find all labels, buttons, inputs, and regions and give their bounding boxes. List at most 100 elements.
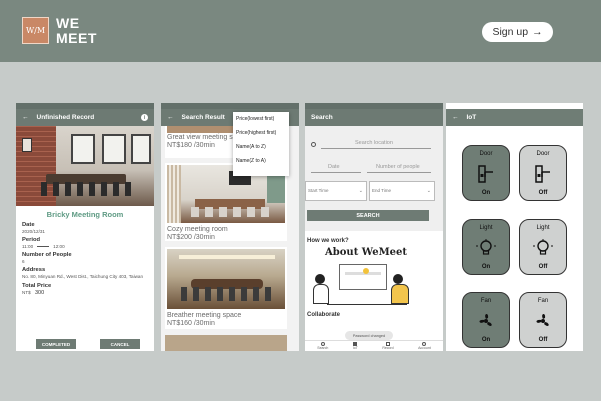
- sort-option[interactable]: Price(lowest first): [236, 116, 286, 130]
- nav-iot-label: IoT: [352, 346, 358, 350]
- search-icon: [311, 142, 316, 147]
- period-value: 11:00 12:00: [22, 244, 148, 249]
- app-bar: ← IoT: [446, 109, 583, 126]
- people-input[interactable]: Number of people: [367, 163, 431, 173]
- nav-account-label: Account: [418, 346, 431, 350]
- collaborate-title: Collaborate: [307, 312, 341, 318]
- logo-line1: WE: [56, 15, 80, 31]
- device-state: On: [481, 190, 491, 196]
- date-placeholder: Date: [328, 164, 340, 170]
- fan-icon: [536, 313, 549, 326]
- device-state: Off: [538, 337, 548, 343]
- nav-search[interactable]: Search: [317, 342, 328, 350]
- device-name: Fan: [480, 298, 492, 304]
- price-currency: NT$: [22, 289, 31, 295]
- back-arrow-icon[interactable]: ←: [167, 114, 174, 121]
- period-end: 12:00: [53, 244, 65, 249]
- price-label: Total Price: [22, 282, 52, 289]
- nav-record-label: Record: [382, 346, 394, 350]
- logo-line2: MEET: [56, 30, 97, 46]
- device-state: Off: [538, 264, 548, 270]
- nav-account[interactable]: Account: [418, 342, 431, 350]
- device-name: Fan: [537, 298, 549, 304]
- device-name: Door: [536, 151, 550, 157]
- back-arrow-icon[interactable]: ←: [452, 114, 459, 121]
- sort-option[interactable]: Name(A to Z): [236, 144, 286, 158]
- card-title: Cozy meeting room: [167, 226, 228, 233]
- door-off-toggle[interactable]: Door Off: [519, 145, 567, 201]
- light-on-toggle[interactable]: Light On: [462, 219, 510, 275]
- door-on-toggle[interactable]: Door On: [462, 145, 510, 201]
- sort-option[interactable]: Price(highest first): [236, 130, 286, 144]
- how-title: How we work?: [307, 238, 349, 244]
- sort-menu: Price(lowest first) Price(highest first)…: [233, 112, 289, 176]
- door-lock-icon: [535, 164, 550, 183]
- site-header: W/M WE MEET Sign up →: [0, 0, 601, 62]
- screen-iot: ← IoT Door On Door Off Light On Light Of…: [446, 103, 583, 351]
- about-title: About WeMeet: [325, 247, 407, 258]
- date-value: 2020/12/31: [22, 229, 45, 234]
- screen-search-result: ← Search Result Great view meeting sp NT…: [161, 103, 299, 351]
- address-label: Address: [22, 267, 46, 273]
- fan-on-toggle[interactable]: Fan On: [462, 292, 510, 348]
- logo-mark[interactable]: W/M: [22, 17, 49, 44]
- sort-option[interactable]: Name(Z to A): [236, 158, 286, 172]
- page-title: Search: [311, 114, 333, 121]
- door-lock-icon: [478, 164, 493, 183]
- arrow-right-icon: →: [532, 26, 543, 38]
- logo-mark-text: W/M: [25, 26, 46, 35]
- app-bar: ← Unfinished Record i: [16, 109, 154, 126]
- device-state: Off: [538, 190, 548, 196]
- people-value: 6: [22, 259, 25, 264]
- completed-button[interactable]: COMPLETED: [36, 339, 76, 349]
- date-input[interactable]: Date: [311, 163, 361, 173]
- device-name: Door: [479, 151, 493, 157]
- card-title: Breather meeting space: [167, 312, 242, 319]
- team-illustration: [305, 260, 443, 308]
- card-price: NT$160 /30min: [167, 320, 215, 327]
- device-name: Light: [536, 225, 550, 231]
- period-label: Period: [22, 237, 41, 243]
- signup-button[interactable]: Sign up →: [482, 22, 553, 42]
- device-name: Light: [479, 225, 493, 231]
- app-bar: Search: [305, 109, 443, 126]
- toast: Password changed: [345, 331, 393, 340]
- light-off-toggle[interactable]: Light Off: [519, 219, 567, 275]
- lightbulb-icon: [533, 238, 553, 255]
- start-time-select[interactable]: Start Time ⌄: [305, 181, 367, 201]
- nav-search-label: Search: [317, 346, 329, 350]
- page-title: IoT: [466, 114, 477, 121]
- list-item[interactable]: Breather meeting space NT$160 /30min: [165, 247, 287, 329]
- list-item[interactable]: [165, 335, 287, 351]
- end-time-select[interactable]: End Time ⌄: [369, 181, 435, 201]
- date-label: Date: [22, 222, 35, 228]
- device-state: On: [481, 264, 491, 270]
- price-amount: 300: [34, 289, 45, 296]
- end-time-label: End Time: [372, 188, 392, 193]
- bottom-nav: Search IoT Record Account: [305, 340, 443, 351]
- start-time-label: Start Time: [308, 188, 329, 193]
- signup-label: Sign up: [492, 26, 529, 38]
- cancel-button[interactable]: CANCEL: [100, 339, 140, 349]
- people-label: Number of People: [22, 252, 72, 258]
- period-start: 11:00: [22, 244, 34, 249]
- chevron-down-icon: ⌄: [426, 188, 431, 194]
- period-arrow: [37, 246, 50, 247]
- room-name: Bricky Meeting Room: [46, 210, 124, 219]
- page-title: Unfinished Record: [36, 114, 95, 121]
- info-icon[interactable]: i: [141, 114, 148, 121]
- screen-search: Search Search location Date Number of pe…: [305, 103, 443, 351]
- chevron-down-icon: ⌄: [358, 188, 363, 194]
- logo-wordmark[interactable]: WE MEET: [56, 16, 97, 46]
- nav-iot[interactable]: IoT: [353, 342, 358, 350]
- search-input[interactable]: Search location: [321, 139, 431, 149]
- search-placeholder: Search location: [355, 140, 393, 146]
- search-button[interactable]: SEARCH: [307, 210, 429, 221]
- people-placeholder: Number of people: [376, 164, 420, 170]
- card-price: NT$200 /30min: [167, 234, 215, 241]
- fan-icon: [479, 313, 492, 326]
- page-title: Search Result: [181, 114, 225, 121]
- fan-off-toggle[interactable]: Fan Off: [519, 292, 567, 348]
- back-arrow-icon[interactable]: ←: [22, 114, 29, 121]
- nav-record[interactable]: Record: [382, 342, 394, 350]
